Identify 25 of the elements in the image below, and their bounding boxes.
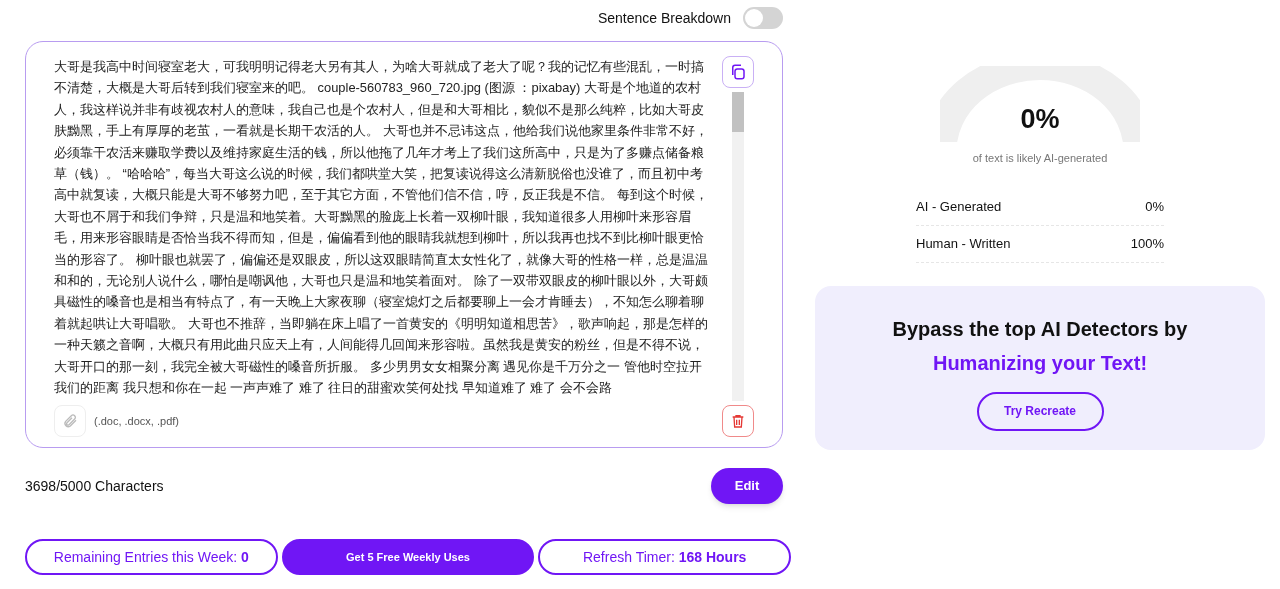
promo-title: Bypass the top AI Detectors by — [892, 316, 1188, 342]
scrollbar[interactable] — [732, 92, 744, 401]
paperclip-icon — [62, 413, 78, 429]
breakdown-value: 100% — [1130, 234, 1164, 253]
essay-text[interactable]: 大哥是我高中时间寝室老大，可我明明记得老大另有其人，为啥大哥就成了老大了呢？我的记忆有些混乱，一时搞不清楚，大概是大哥后转到我们寝室来的吧。 couple-560783_960_720.jpg (图源 ：pixabay) 大哥是个地道的农村人，我这样说并非有歧视农村人的意味，我自己也是个农村人，但是和大哥相比，貌似不是那么纯粹，比如大哥皮肤黝黑，手上有厚厚的老茧，一看就是长期干农活的人。 大哥也并不忌讳这点，他给我们说他家里条件非常不好，必须靠干农活来赚取学费以及维持家庭生活的钱，所以他拖了几年才考上了我们这所高中，只是为了多赚点储备粮草（钱）。 “哈哈哈”，每当大哥这么说的时候，我们都哄堂大笑，把复读说得这么清新脱俗也没谁了，而且初中考高中就复读，大概只能是大哥不够努力吧，至于其它方面，不管他们信不信，哼，反正我是不信。 每到这个时候，大哥也不屑于和我们争辩，只是温和地笑着。大哥黝黑的脸庞上长着一双柳叶眼，我知道很多人用柳叶来形容眉毛，用来形容眼睛是否恰当我不得而知，但是，偏偏看到他的眼睛我就想到柳叶，所以我再也找不到比柳叶眼更恰当的形容了。 柳叶眼也就罢了，偏偏还是双眼皮，所以这双眼睛简直太女性化了，就像大哥的性格一样，总是温温和和的，无论别人说什么，哪怕是嘲讽他，大哥也只是温和地笑着面对。 除了一双带双眼皮的柳叶眼以外，大哥颇具磁性的嗓音也是相当有特点了，有一天晚上大家夜聊（寝室熄灯之后都要聊上一会才肯睡去），不知怎么聊着聊着就起哄让大哥唱歌。 大哥也不推辞，当即躺在床上唱了一首黄安的《明明知道相思苦》，歌声响起，那是怎样的一种天籁之音啊，大概只有用此曲只应天上有，人间能得几回闻来形容啦。虽然我是黄安的粉丝，但是不得不说，大哥开口的那一刻，我完全被大哥磁性的嗓音所折服。 多少男男女女相聚分离 遇见你是千万分之一 管他时空拉开我们的距离 我只想和你在一起 一声声难了 难了 往日的甜蜜欢笑何处找 早知道难了 难了 会不会路 — [54, 56, 714, 399]
toggle-switch[interactable] — [743, 7, 783, 29]
gauge-value: 0% — [1019, 106, 1061, 133]
copy-icon — [729, 63, 747, 81]
file-types-hint: (.doc, .docx, .pdf) — [94, 413, 179, 429]
breakdown-value: 0% — [1145, 197, 1164, 216]
gauge-caption: of text is likely AI-generated — [972, 151, 1108, 166]
toggle-label: Sentence Breakdown — [597, 8, 731, 28]
character-count: 3698/5000 Characters — [25, 476, 164, 496]
info-pill: Remaining Entries this Week: 0 — [25, 539, 278, 575]
delete-button[interactable] — [722, 405, 754, 437]
copy-button[interactable] — [722, 56, 754, 88]
attach-button[interactable] — [54, 405, 86, 437]
promo-highlight: Humanizing your Text! — [932, 350, 1148, 376]
upgrade-button[interactable]: Get 5 Free Weekly Uses — [281, 539, 535, 575]
info-pill: Refresh Timer: 168 Hours — [538, 539, 791, 575]
try-recreate-button[interactable]: Try Recreate — [976, 391, 1104, 431]
trash-icon — [730, 413, 746, 429]
breakdown-label: AI - Generated — [916, 197, 1002, 216]
breakdown-label: Human - Written — [916, 234, 1011, 253]
edit-button[interactable]: Edit — [711, 468, 783, 504]
